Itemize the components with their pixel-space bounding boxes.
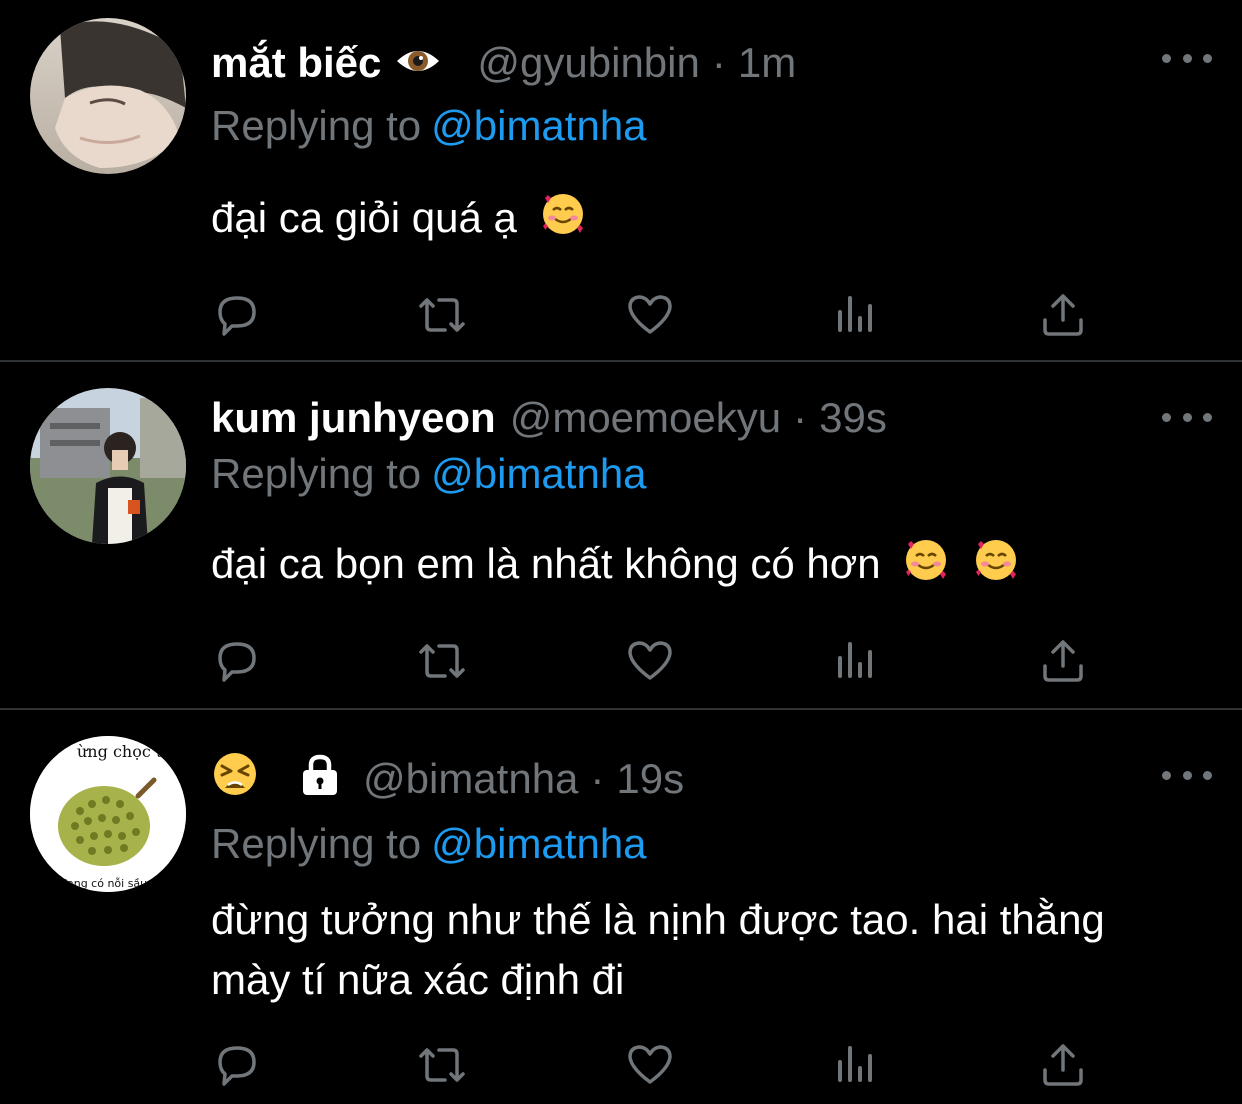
like-icon[interactable] — [625, 636, 675, 686]
like-icon[interactable] — [625, 290, 675, 340]
avatar-caption-bottom: đang có nỗi sầu riê — [60, 877, 165, 890]
like-icon[interactable] — [625, 1040, 675, 1090]
tweet-actions — [212, 636, 1092, 686]
tweet-actions — [212, 290, 1092, 340]
analytics-icon[interactable] — [834, 1040, 884, 1090]
more-icon[interactable] — [1162, 407, 1212, 427]
tweet-1[interactable]: mắt biếc @gyubinbin · 1m Replying to @bim… — [0, 0, 1242, 360]
display-name[interactable]: mắt biếc — [211, 39, 381, 87]
tweet-header: kum junhyeon @moemoekyu · 39s — [211, 388, 887, 448]
reply-icon[interactable] — [212, 1040, 262, 1090]
display-name[interactable]: kum junhyeon — [211, 394, 496, 442]
analytics-icon[interactable] — [834, 636, 884, 686]
avatar[interactable] — [30, 18, 186, 174]
reply-icon[interactable] — [212, 290, 262, 340]
timestamp[interactable]: 1m — [738, 39, 796, 87]
lock-icon — [297, 751, 343, 807]
tired-face-emoji — [211, 750, 259, 808]
mention-link[interactable]: @bimatnha — [431, 820, 646, 867]
retweet-icon[interactable] — [415, 1040, 465, 1090]
separator-dot: · — [793, 394, 808, 441]
replying-label: Replying to — [211, 102, 422, 149]
separator-dot: · — [590, 755, 605, 802]
more-icon[interactable] — [1162, 48, 1212, 68]
avatar[interactable] — [30, 388, 186, 544]
tweet-header: @bimatnha · 19s — [211, 749, 684, 809]
replying-to: Replying to @bimatnha — [211, 450, 647, 498]
separator-dot: · — [711, 39, 726, 86]
eye-icon — [395, 39, 441, 87]
share-icon[interactable] — [1038, 1040, 1088, 1090]
replying-to: Replying to @bimatnha — [211, 820, 647, 868]
handle[interactable]: @moemoekyu — [510, 394, 781, 442]
replying-label: Replying to — [211, 820, 422, 867]
tweet-header: mắt biếc @gyubinbin · 1m — [211, 33, 796, 93]
smiling-face-with-hearts-emoji — [972, 536, 1020, 598]
tweet-text-content: đại ca giỏi quá ạ — [211, 194, 517, 242]
retweet-icon[interactable] — [415, 636, 465, 686]
share-icon[interactable] — [1038, 636, 1088, 686]
tweet-text: đừng tưởng như thế là nịnh được tao. hai… — [211, 890, 1131, 1010]
reply-icon[interactable] — [212, 636, 262, 686]
share-icon[interactable] — [1038, 290, 1088, 340]
smiling-face-with-hearts-emoji — [902, 536, 950, 598]
tweet-text: đại ca bọn em là nhất không có hơn — [211, 536, 1201, 598]
tweet-text: đại ca giỏi quá ạ — [211, 190, 1201, 252]
timestamp[interactable]: 39s — [819, 394, 887, 442]
tweet-actions — [212, 1040, 1092, 1090]
tweet-3[interactable]: ừng chọc ta đang có nỗi sầu riê @bimatnh… — [0, 710, 1242, 1104]
more-icon[interactable] — [1162, 765, 1212, 785]
retweet-icon[interactable] — [415, 290, 465, 340]
smiling-face-with-hearts-emoji — [539, 190, 587, 252]
replying-label: Replying to — [211, 450, 422, 497]
mention-link[interactable]: @bimatnha — [431, 450, 646, 497]
handle[interactable]: @gyubinbin — [477, 39, 699, 87]
avatar-caption-top: ừng chọc ta — [77, 742, 172, 761]
tweet-text-content: đừng tưởng như thế là nịnh được tao. hai… — [211, 896, 1105, 1003]
tweet-text-content: đại ca bọn em là nhất không có hơn — [211, 540, 881, 588]
tweet-2[interactable]: kum junhyeon @moemoekyu · 39s Replying t… — [0, 362, 1242, 708]
replying-to: Replying to @bimatnha — [211, 102, 647, 150]
handle[interactable]: @bimatnha — [363, 755, 578, 803]
timestamp[interactable]: 19s — [616, 755, 684, 803]
avatar[interactable]: ừng chọc ta đang có nỗi sầu riê — [30, 736, 186, 892]
analytics-icon[interactable] — [834, 290, 884, 340]
mention-link[interactable]: @bimatnha — [431, 102, 646, 149]
